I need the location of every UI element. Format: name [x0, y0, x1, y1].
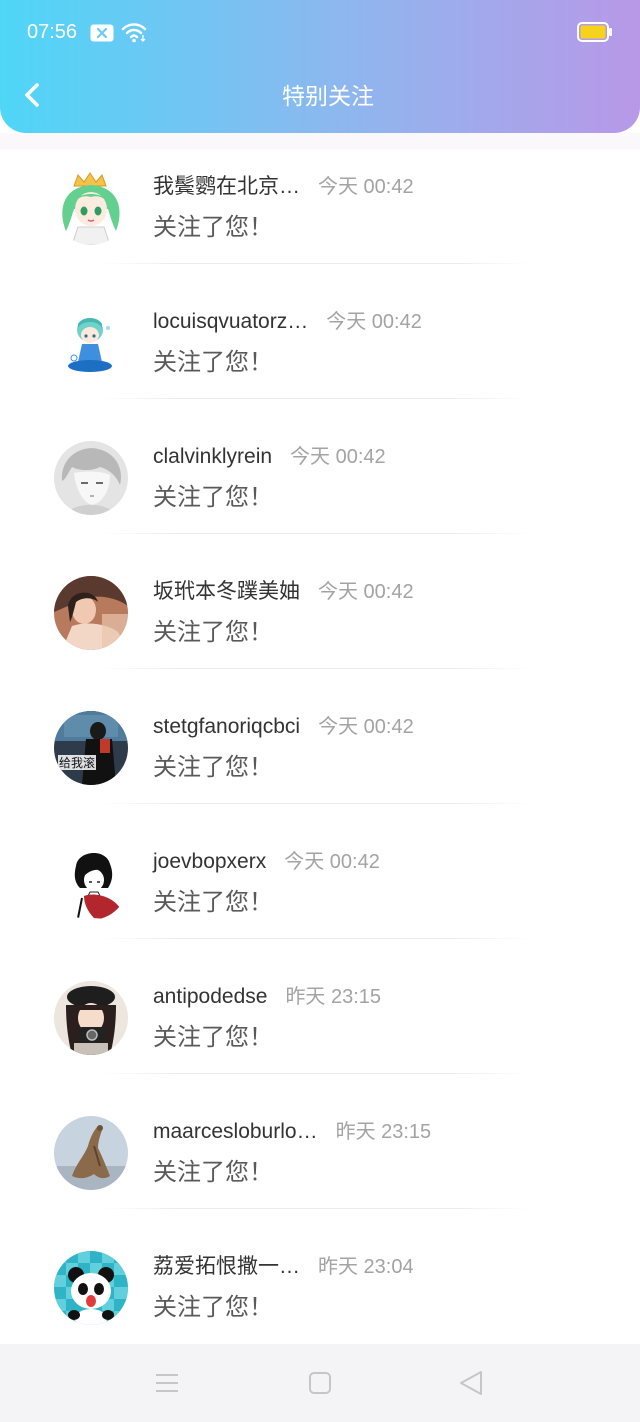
user-name[interactable]: antipodedse [153, 983, 267, 1011]
timestamp: 今天 00:42 [318, 176, 414, 198]
header-bar: 07:56 特别关注 [0, 0, 640, 133]
timestamp: 今天 00:42 [290, 446, 386, 468]
user-name[interactable]: locuisqvuatorz… [153, 308, 308, 336]
divider [100, 938, 530, 939]
timestamp: 今天 00:42 [318, 581, 414, 603]
list-item[interactable]: antipodedse 昨天 23:15 关注了您！ [0, 960, 640, 1095]
divider [100, 533, 530, 534]
list-item[interactable]: maarcesloburlo… 昨天 23:15 关注了您！ [0, 1095, 640, 1230]
timestamp: 昨天 23:15 [285, 986, 382, 1008]
page-title: 特别关注 [282, 83, 374, 109]
home-square-icon [309, 1372, 331, 1394]
battery-icon [577, 22, 612, 42]
user-name[interactable]: 坂玳本冬蹼美妯 [153, 578, 300, 606]
list-item-header: 坂玳本冬蹼美妯 今天 00:42 [153, 578, 414, 606]
status-time: 07:56 [27, 21, 78, 43]
avatar-image [54, 981, 128, 1055]
avatar[interactable]: 给我滚 [54, 711, 128, 785]
avatar[interactable] [54, 576, 128, 650]
timestamp: 今天 00:42 [284, 851, 380, 873]
list-item[interactable]: locuisqvuatorz… 今天 00:42 关注了您！ [0, 285, 640, 420]
action-text: 关注了您！ [153, 484, 273, 511]
action-text: 关注了您！ [153, 349, 273, 376]
user-name[interactable]: clalvinklyrein [153, 443, 272, 471]
header-separator [0, 133, 640, 150]
list-item[interactable]: 我鬓鹦在北京… 今天 00:42 关注了您！ [0, 150, 640, 285]
back-nav-button[interactable] [451, 1364, 491, 1402]
avatar[interactable] [54, 441, 128, 515]
avatar-image [74, 852, 120, 919]
user-name[interactable]: 荔爱拓恨撒一… [153, 1253, 300, 1281]
list-item[interactable]: joevbopxerx 今天 00:42 关注了您！ [0, 825, 640, 960]
avatar[interactable] [54, 1251, 128, 1325]
divider [100, 803, 530, 804]
list-item-header: antipodedse 昨天 23:15 [153, 983, 381, 1011]
list-item-header: clalvinklyrein 今天 00:42 [153, 443, 386, 471]
avatar[interactable] [54, 846, 128, 920]
action-text: 关注了您！ [153, 619, 273, 646]
avatar[interactable] [54, 306, 128, 380]
avatar[interactable] [54, 171, 128, 245]
action-text: 关注了您！ [153, 1024, 273, 1051]
timestamp: 昨天 23:04 [318, 1256, 414, 1278]
wifi-icon [121, 23, 147, 43]
list-item-header: 我鬓鹦在北京… 今天 00:42 [153, 173, 414, 201]
action-text: 关注了您！ [153, 889, 273, 916]
list-item[interactable]: clalvinklyrein 今天 00:42 关注了您！ [0, 420, 640, 555]
timestamp: 今天 00:42 [318, 716, 414, 738]
action-text: 关注了您！ [153, 754, 273, 781]
avatar-caption: 给我滚 [59, 755, 95, 770]
user-name[interactable]: 我鬓鹦在北京… [153, 173, 300, 201]
avatar[interactable] [54, 1116, 128, 1190]
user-name[interactable]: joevbopxerx [153, 848, 266, 876]
list-item-header: 荔爱拓恨撒一… 昨天 23:04 [153, 1253, 414, 1281]
notification-icon [90, 24, 114, 42]
menu-button[interactable] [147, 1364, 187, 1402]
list-item-header: locuisqvuatorz… 今天 00:42 [153, 308, 422, 336]
avatar-image [54, 576, 128, 650]
action-text: 关注了您！ [153, 1294, 273, 1321]
home-button[interactable] [300, 1364, 340, 1402]
divider [100, 263, 530, 264]
avatar-image [54, 1116, 128, 1190]
divider [100, 668, 530, 669]
divider [100, 1208, 530, 1209]
divider [100, 1073, 530, 1074]
avatar-image: 给我滚 [54, 711, 128, 785]
list-item-header: maarcesloburlo… 昨天 23:15 [153, 1118, 431, 1146]
divider [100, 398, 530, 399]
user-name[interactable]: maarcesloburlo… [153, 1118, 318, 1146]
timestamp: 今天 00:42 [326, 311, 422, 333]
list-item[interactable]: 坂玳本冬蹼美妯 今天 00:42 关注了您！ [0, 555, 640, 690]
list-item[interactable]: 给我滚 stetgfanoriqcbci 今天 00:42 关注了您！ [0, 690, 640, 825]
action-text: 关注了您！ [153, 1159, 273, 1186]
timestamp: 昨天 23:15 [335, 1121, 432, 1143]
avatar[interactable] [54, 981, 128, 1055]
list-item-header: joevbopxerx 今天 00:42 [153, 848, 380, 876]
avatar-image [54, 1251, 128, 1325]
system-nav-bar [0, 1344, 640, 1422]
user-name[interactable]: stetgfanoriqcbci [153, 713, 300, 741]
menu-icon [156, 1374, 178, 1392]
avatar-image [62, 172, 120, 245]
list-item-header: stetgfanoriqcbci 今天 00:42 [153, 713, 414, 741]
avatar-image [68, 318, 112, 372]
action-text: 关注了您！ [153, 214, 273, 241]
avatar-image [54, 441, 128, 515]
back-triangle-icon [460, 1371, 482, 1395]
